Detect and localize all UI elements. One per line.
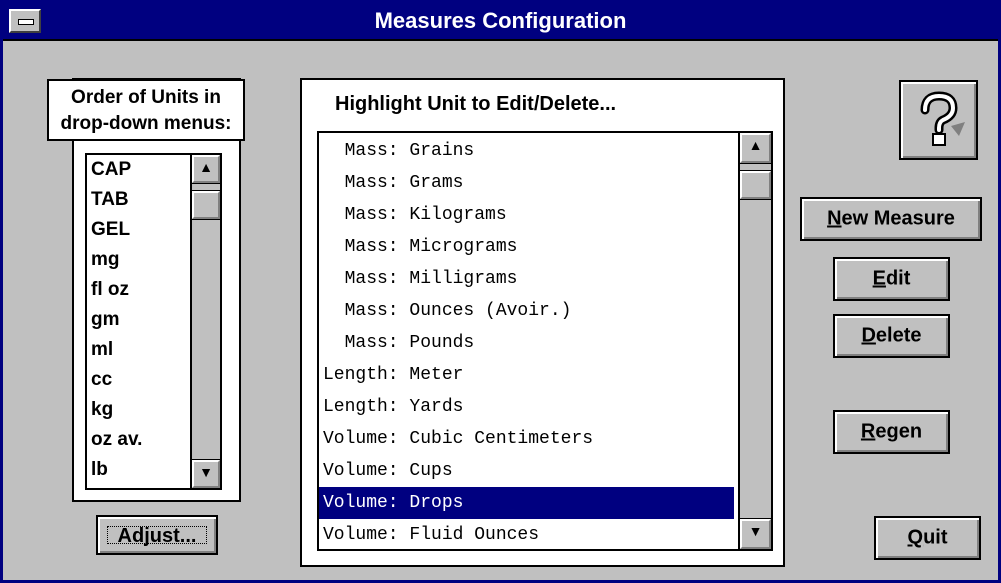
measures-config-window: Measures Configuration Order of Units in… (0, 0, 1001, 583)
quit-button[interactable]: Quit (874, 516, 981, 560)
scroll-up-arrow-icon[interactable]: ▲ (739, 133, 771, 164)
measure-list-item[interactable]: Mass: Kilograms (319, 199, 734, 231)
measure-list-item[interactable]: Mass: Grains (319, 135, 734, 167)
scroll-thumb[interactable] (739, 170, 771, 200)
scroll-thumb[interactable] (191, 190, 220, 220)
units-scrollbar[interactable]: ▲ ▼ (190, 155, 220, 488)
measure-list-item[interactable]: Volume: Fluid Ounces (319, 519, 734, 549)
delete-button[interactable]: Delete (833, 314, 950, 358)
adjust-button-label: Adjust... (102, 521, 212, 549)
measure-list-item[interactable]: Mass: Ounces (Avoir.) (319, 295, 734, 327)
window-title: Measures Configuration (374, 8, 627, 33)
measure-list-item[interactable]: Length: Yards (319, 391, 734, 423)
measures-list[interactable]: Mass: Grains Mass: Grams Mass: Kilograms… (317, 131, 773, 551)
scroll-down-arrow-icon[interactable]: ▼ (739, 518, 771, 549)
measure-list-item[interactable]: Mass: Milligrams (319, 263, 734, 295)
measures-scrollbar[interactable]: ▲ ▼ (738, 133, 771, 549)
help-question-icon (920, 91, 965, 146)
measures-label: Highlight Unit to Edit/Delete... (335, 93, 617, 115)
adjust-button[interactable]: Adjust... (96, 515, 218, 555)
measure-list-item[interactable]: Length: Meter (319, 359, 734, 391)
regen-button[interactable]: Regen (833, 410, 950, 454)
measure-list-item[interactable]: Mass: Pounds (319, 327, 734, 359)
edit-button[interactable]: Edit (833, 257, 950, 301)
scroll-up-arrow-icon[interactable]: ▲ (191, 155, 220, 184)
help-button[interactable] (899, 80, 978, 160)
measure-list-item[interactable]: Mass: Grams (319, 167, 734, 199)
units-order-list[interactable]: CAP TAB GEL mg fl oz gm ml cc kg oz av. lb ▲ ▼ (85, 153, 222, 490)
title-bar[interactable]: Measures Configuration (3, 3, 998, 41)
scroll-down-arrow-icon[interactable]: ▼ (191, 459, 220, 488)
measure-list-item[interactable]: Volume: Cups (319, 455, 734, 487)
measure-list-item[interactable]: Mass: Micrograms (319, 231, 734, 263)
measure-list-item[interactable]: Volume: Drops (319, 487, 734, 519)
order-units-label: Order of Units in drop-down menus: (47, 79, 245, 141)
measure-list-item[interactable]: Volume: Cubic Centimeters (319, 423, 734, 455)
new-measure-button[interactable]: New Measure (800, 197, 982, 241)
